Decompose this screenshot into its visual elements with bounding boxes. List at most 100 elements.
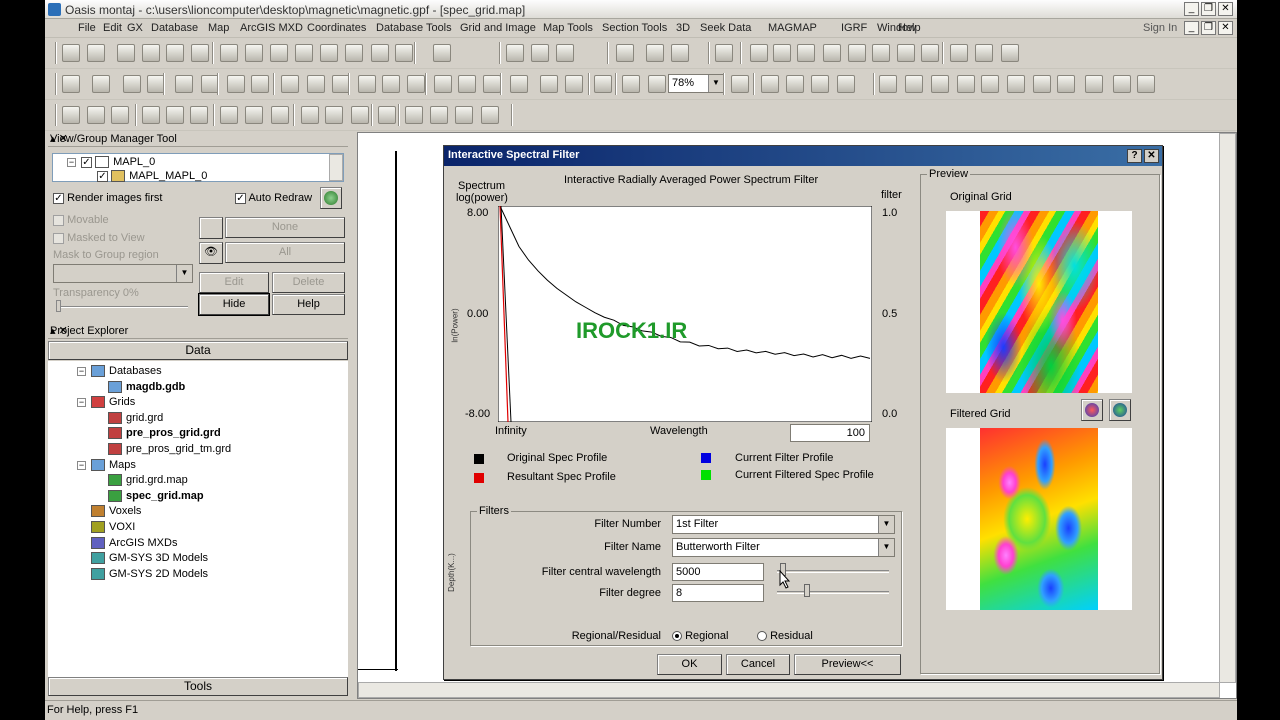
toolbar-button-icon[interactable] (175, 75, 193, 93)
toolbar-button-icon[interactable] (837, 75, 855, 93)
toolbar-button-icon[interactable] (307, 75, 325, 93)
toolbar-button-icon[interactable] (823, 44, 841, 62)
delete-button[interactable]: Delete (272, 272, 345, 293)
toolbar-button-icon[interactable] (897, 44, 915, 62)
toolbar-button-icon[interactable] (251, 75, 269, 93)
panel-close-icon[interactable]: ▴ ✕ (50, 132, 345, 145)
toolbar-button-icon[interactable] (430, 106, 448, 124)
menu-edit[interactable]: Edit (103, 22, 122, 34)
toolbar-button-icon[interactable] (295, 44, 313, 62)
toolbar-button-icon[interactable] (227, 75, 245, 93)
toolbar-button-icon[interactable] (1137, 75, 1155, 93)
tab-tools[interactable]: Tools (48, 677, 348, 696)
toolbar-button-icon[interactable] (848, 44, 866, 62)
all-button[interactable]: All (225, 242, 345, 263)
toolbar-button-icon[interactable] (750, 44, 768, 62)
mask-group-select[interactable]: ▼ (53, 264, 193, 283)
project-tree[interactable]: − Databases magdb.gdb − Grids grid.grd pre_pro… (48, 361, 348, 677)
none-button[interactable]: None (225, 217, 345, 238)
toolbar-button-icon[interactable] (166, 44, 184, 62)
filtered-grid-image[interactable] (980, 428, 1098, 610)
menu-arcgis-mxd[interactable]: ArcGIS MXD (240, 22, 303, 34)
toolbar-button-icon[interactable] (565, 75, 583, 93)
tree-item-mapl[interactable]: − ✓ MAPL_0 (67, 155, 155, 170)
wavelength-input[interactable]: 100 (790, 424, 870, 442)
toolbar-button-icon[interactable] (62, 44, 80, 62)
toolbar-button-icon[interactable] (245, 44, 263, 62)
vertical-scrollbar[interactable] (1219, 133, 1236, 683)
toolbar-button-icon[interactable] (556, 44, 574, 62)
menu-map-tools[interactable]: Map Tools (543, 22, 593, 34)
toolbar-button-icon[interactable] (220, 44, 238, 62)
tree-item[interactable]: grid.grd (108, 411, 163, 426)
radio-icon[interactable] (757, 631, 767, 642)
spectrum-chart[interactable] (498, 206, 872, 422)
close-icon[interactable]: ✕ (1144, 149, 1159, 163)
hide-button[interactable]: Hide (198, 293, 270, 316)
toolbar-button-icon[interactable] (191, 44, 209, 62)
toolbar-button-icon[interactable] (761, 75, 779, 93)
filter-degree-slider[interactable] (777, 591, 889, 594)
toolbar-button-icon[interactable] (407, 75, 425, 93)
toolbar-button-icon[interactable] (371, 44, 389, 62)
checkbox-icon[interactable]: ✓ (53, 192, 64, 204)
close-button[interactable]: ✕ (1218, 2, 1233, 16)
menu-3d[interactable]: 3D (676, 22, 690, 34)
toolbar-button-icon[interactable] (271, 106, 289, 124)
toolbar-button-icon[interactable] (325, 106, 343, 124)
tree-item[interactable]: − Grids (77, 395, 135, 410)
toolbar-button-icon[interactable] (531, 44, 549, 62)
checkbox-icon[interactable]: ✓ (235, 192, 246, 204)
toolbar-button-icon[interactable] (117, 44, 135, 62)
tree-item[interactable]: pre_pros_grid_tm.grd (108, 442, 231, 457)
toolbar-button-icon[interactable] (87, 44, 105, 62)
toolbar-button-icon[interactable] (506, 44, 524, 62)
view-tree[interactable]: − ✓ MAPL_0 ✓ MAPL_MAPL_0 (52, 153, 344, 183)
toolbar-button-icon[interactable] (405, 106, 423, 124)
central-wavelength-input[interactable]: 5000 (672, 563, 764, 581)
tree-item[interactable]: magdb.gdb (108, 380, 185, 395)
toolbar-button-icon[interactable] (905, 75, 923, 93)
toolbar-button-icon[interactable] (594, 75, 612, 93)
toolbar-button-icon[interactable] (950, 44, 968, 62)
toolbar-button-icon[interactable] (646, 44, 664, 62)
toolbar-button-icon[interactable] (510, 75, 528, 93)
menu-database[interactable]: Database (151, 22, 198, 34)
toolbar-button-icon[interactable] (1057, 75, 1075, 93)
residual-radio[interactable]: Residual (757, 630, 813, 642)
collapse-icon[interactable]: − (67, 158, 76, 167)
masked-to-view-checkbox[interactable]: Masked to View (53, 232, 145, 244)
menu-coordinates[interactable]: Coordinates (307, 22, 366, 34)
tree-item[interactable]: grid.grd.map (108, 473, 188, 488)
zoom-select[interactable]: 78% ▼ (668, 74, 724, 93)
toolbar-button-icon[interactable] (270, 44, 288, 62)
menu-file[interactable]: File (78, 22, 96, 34)
central-wavelength-slider[interactable] (777, 570, 889, 573)
select-tool-button[interactable] (199, 217, 223, 239)
redraw-button[interactable] (320, 187, 342, 209)
collapse-icon[interactable]: − (77, 460, 86, 470)
toolbar-button-icon[interactable] (483, 75, 501, 93)
menu-magmap[interactable]: MAGMAP (768, 22, 817, 34)
toolbar-button-icon[interactable] (345, 44, 363, 62)
toolbar-button-icon[interactable] (62, 75, 80, 93)
toolbar-button-icon[interactable] (786, 75, 804, 93)
tree-item[interactable]: − Databases (77, 364, 162, 379)
toolbar-button-icon[interactable] (1113, 75, 1131, 93)
preview-button[interactable]: Preview<< (794, 654, 901, 675)
horizontal-scrollbar[interactable] (358, 682, 1220, 698)
filter-degree-thumb[interactable] (803, 584, 810, 597)
toolbar-button-icon[interactable] (957, 75, 975, 93)
toolbar-button-icon[interactable] (395, 44, 413, 62)
child-restore-button[interactable]: ❐ (1201, 21, 1216, 35)
auto-redraw[interactable]: ✓ Auto Redraw (235, 192, 312, 204)
movable-checkbox[interactable]: Movable (53, 214, 109, 226)
toolbar-button-icon[interactable] (773, 44, 791, 62)
transparency-thumb[interactable] (56, 300, 61, 312)
toolbar-button-icon[interactable] (455, 106, 473, 124)
toolbar-button-icon[interactable] (648, 75, 666, 93)
toolbar-button-icon[interactable] (434, 75, 452, 93)
restore-button[interactable]: ❐ (1201, 2, 1216, 16)
original-grid-image[interactable] (980, 211, 1098, 393)
toolbar-button-icon[interactable] (811, 75, 829, 93)
